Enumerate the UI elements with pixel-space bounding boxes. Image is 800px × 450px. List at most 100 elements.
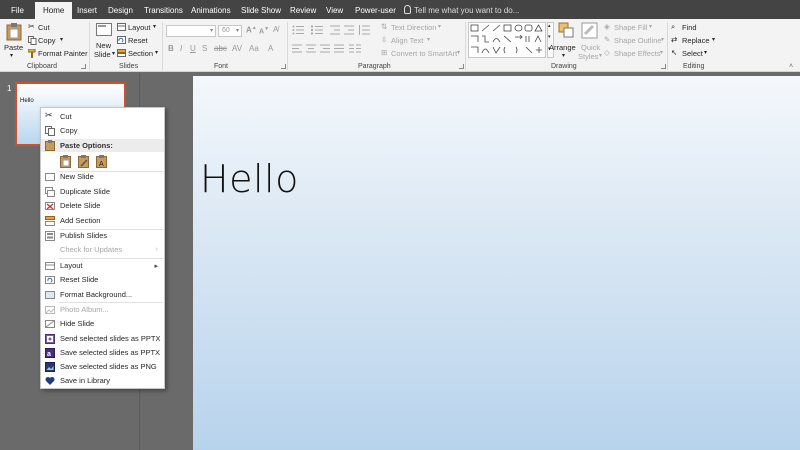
tab-home[interactable]: Home [35,2,73,19]
align-center-icon[interactable] [306,44,316,53]
bold-icon[interactable]: B [168,44,174,53]
paste-text-only-icon[interactable]: A [96,155,107,168]
format-painter-button[interactable]: Format Painter [28,48,88,59]
font-name-box[interactable]: ▾ [166,25,216,37]
align-text-button[interactable]: ⇳ Align Text ▾ [381,35,436,46]
convert-smartart-dropdown-icon[interactable]: ▾ [457,49,460,56]
font-size-box[interactable]: 60 ▾ [218,25,242,37]
menu-item-duplicate-slide[interactable]: Duplicate Slide [41,185,164,199]
menu-item-send-pptx[interactable]: Send selected slides as PPTX [41,332,164,346]
tab-slide-show[interactable]: Slide Show [241,2,281,19]
ribbon: Paste ▾ ✂ Cut Copy ▾ Format Painter Clip… [0,19,800,72]
paragraph-launcher-icon[interactable] [459,64,464,69]
italic-icon[interactable]: I [180,44,182,53]
font-size-dropdown-icon[interactable]: ▾ [236,26,239,36]
paste-dropdown-icon[interactable]: ▾ [10,52,13,59]
cut-button[interactable]: ✂ Cut [28,22,68,33]
reset-button[interactable]: Reset [117,35,157,46]
font-name-dropdown-icon[interactable]: ▾ [210,26,213,36]
align-left-icon[interactable] [292,44,302,53]
menu-item-add-section[interactable]: Add Section [41,214,164,228]
section-button[interactable]: Section ▾ [117,48,161,59]
shape-effects-dropdown-icon[interactable]: ▾ [660,49,663,56]
menu-item-save-png[interactable]: Save selected slides as PNG [41,360,164,374]
slide-canvas[interactable]: Hello [193,76,800,450]
new-slide-button[interactable]: New Slide ▾ [92,21,116,61]
replace-dropdown-icon[interactable]: ▾ [712,36,715,43]
shape-fill-dropdown-icon[interactable]: ▾ [649,23,652,30]
tab-review[interactable]: Review [290,2,316,19]
arrange-dropdown-icon[interactable]: ▾ [562,52,565,59]
menu-item-delete-slide[interactable]: Delete Slide [41,199,164,213]
reset-label: Reset [128,36,148,45]
increase-font-icon[interactable]: A▲ [246,25,257,35]
line-spacing-icon[interactable] [358,25,370,35]
tab-insert[interactable]: Insert [77,2,97,19]
decrease-indent-icon[interactable] [330,25,340,35]
new-slide-dropdown-icon[interactable]: ▾ [112,50,115,57]
slide-title[interactable]: Hello [200,157,299,201]
paste-button[interactable]: Paste ▾ [4,21,24,61]
columns-icon[interactable] [349,44,361,53]
tab-transitions[interactable]: Transitions [144,2,183,19]
clipboard-launcher-icon[interactable] [81,64,86,69]
text-direction-button[interactable]: ⇅ Text Direction ▾ [381,22,447,33]
tell-me-search[interactable]: Tell me what you want to do... [404,2,519,19]
decrease-font-icon[interactable]: A▼ [259,26,269,35]
tab-animations[interactable]: Animations [191,2,231,19]
paste-keep-formatting-icon[interactable] [78,155,89,168]
clear-formatting-icon[interactable]: A̸ [273,25,278,34]
menu-item-save-library[interactable]: Save in Library [41,374,164,388]
layout-button[interactable]: Layout ▾ [117,22,159,33]
menu-item-reset-slide[interactable]: Reset Slide [41,273,164,287]
copy-button[interactable]: Copy ▾ [28,35,68,46]
align-text-dropdown-icon[interactable]: ▾ [427,36,430,43]
align-right-icon[interactable] [320,44,330,53]
collapse-ribbon-icon[interactable]: ˄ [789,63,793,70]
find-button[interactable]: ⌕ Find [671,22,711,33]
font-launcher-icon[interactable] [281,64,286,69]
menu-item-copy[interactable]: Copy [41,124,164,138]
underline-icon[interactable]: U [190,44,196,53]
section-dropdown-icon[interactable]: ▾ [155,49,158,56]
change-case-icon[interactable]: Aa [249,44,259,53]
increase-indent-icon[interactable] [344,25,354,35]
bullets-icon[interactable] [292,25,306,35]
menu-item-layout[interactable]: Layout ▸ [41,259,164,273]
shapes-gallery[interactable] [468,22,546,58]
shape-outline-button[interactable]: ✎ Shape Outline ▾ [604,35,666,46]
shape-fill-button[interactable]: ◈ Shape Fill ▾ [604,22,666,33]
select-label: Select [682,49,703,58]
svg-text:a: a [47,351,51,358]
quick-styles-button[interactable]: Quick Styles ▾ [578,21,602,61]
menu-item-publish-slides[interactable]: Publish Slides [41,229,164,243]
tab-file[interactable]: File [11,2,24,19]
select-button[interactable]: ↖ Select ▾ [671,48,711,59]
menu-item-hide-slide[interactable]: Hide Slide [41,317,164,331]
select-dropdown-icon[interactable]: ▾ [704,49,707,56]
tab-power-user[interactable]: Power-user [355,2,396,19]
layout-dropdown-icon[interactable]: ▾ [153,23,156,30]
menu-item-new-slide[interactable]: New Slide [41,170,164,184]
tab-view[interactable]: View [326,2,343,19]
tab-design[interactable]: Design [108,2,133,19]
justify-icon[interactable] [334,44,344,53]
menu-item-save-pptx[interactable]: a Save selected slides as PPTX [41,346,164,360]
paste-use-destination-theme-icon[interactable] [60,155,71,168]
convert-smartart-button[interactable]: ⊞ Convert to SmartArt ▾ [381,48,465,59]
menu-item-cut[interactable]: ✂ Cut [41,110,164,124]
arrange-button[interactable]: Arrange ▾ [548,21,580,61]
char-spacing-icon[interactable]: AV [232,44,242,53]
strikethrough-icon[interactable]: abc [214,44,227,53]
shadow-icon[interactable]: S [202,44,207,53]
shape-effects-button[interactable]: ◇ Shape Effects ▾ [604,48,666,59]
text-direction-dropdown-icon[interactable]: ▾ [438,23,441,30]
numbering-icon[interactable] [311,25,325,35]
drawing-launcher-icon[interactable] [661,64,666,69]
shape-outline-dropdown-icon[interactable]: ▾ [661,36,664,43]
font-color-icon[interactable]: A [268,44,273,53]
quick-styles-dropdown-icon[interactable]: ▾ [599,52,602,59]
replace-button[interactable]: ⇄ Replace ▾ [671,35,719,46]
menu-item-format-background[interactable]: Format Background... [41,288,164,302]
copy-dropdown-icon[interactable]: ▾ [60,36,63,43]
